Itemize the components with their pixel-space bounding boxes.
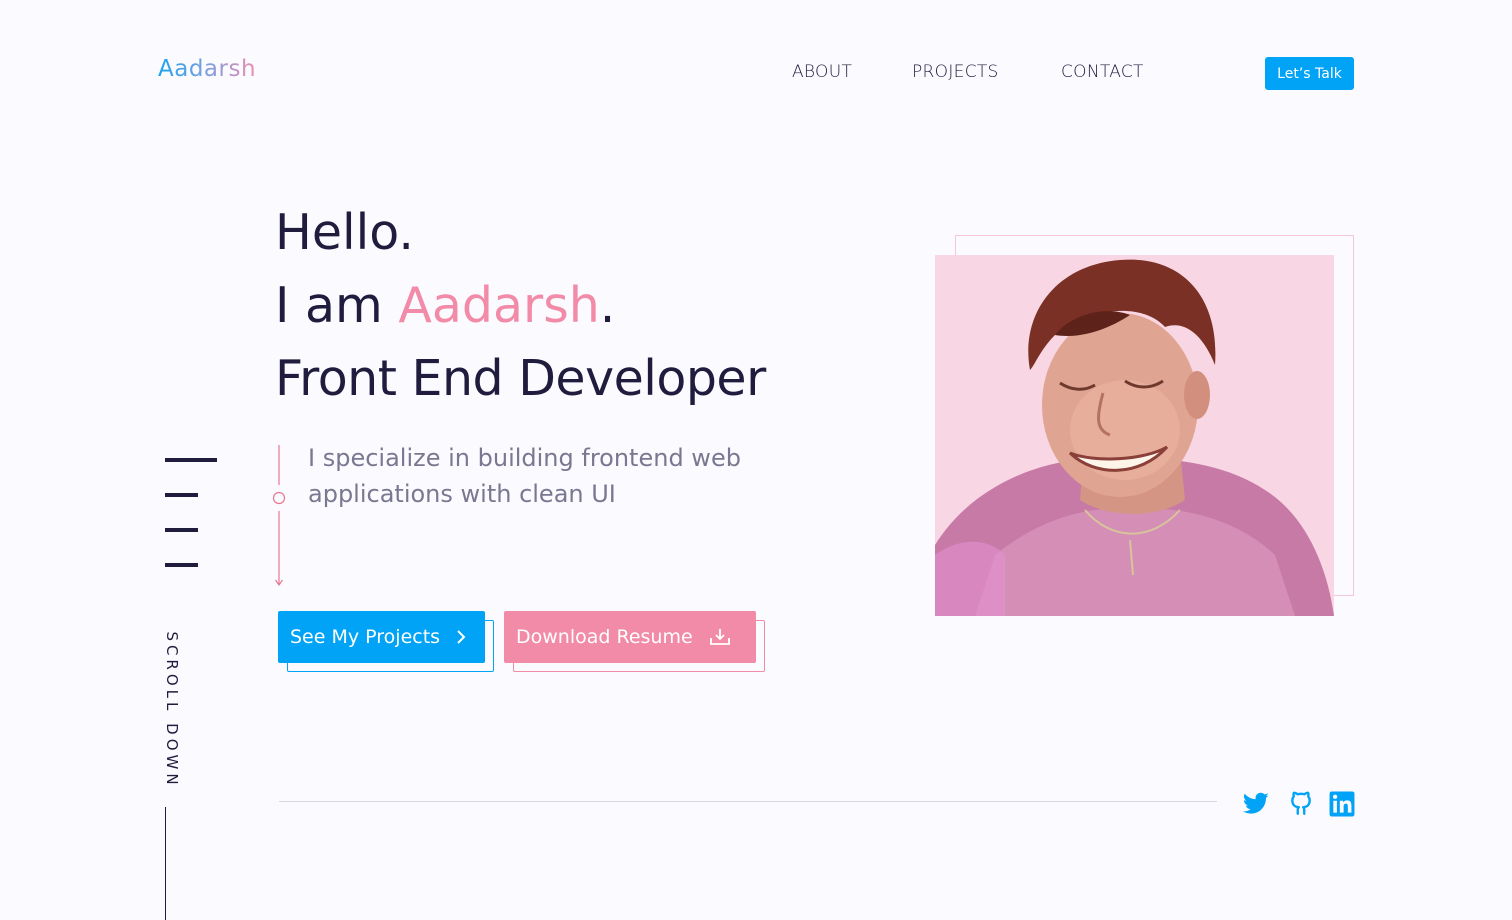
download-resume-button[interactable]: Download Resume xyxy=(504,611,756,663)
scroll-down-label: SCROLL DOWN xyxy=(163,631,181,789)
linkedin-icon[interactable] xyxy=(1329,791,1355,817)
download-resume-label: Download Resume xyxy=(516,626,693,648)
chevron-right-icon xyxy=(457,630,466,644)
nav-projects[interactable]: PROJECTS xyxy=(912,62,999,82)
hero-greeting: Hello. xyxy=(275,204,414,261)
scroll-line xyxy=(165,807,166,920)
github-icon[interactable] xyxy=(1288,790,1314,818)
twitter-icon[interactable] xyxy=(1242,790,1270,818)
download-icon xyxy=(709,629,730,645)
section-divider xyxy=(279,801,1217,802)
intro-suffix: . xyxy=(599,277,616,334)
hero-intro: I am Aadarsh. xyxy=(275,281,615,330)
hero-name: Aadarsh xyxy=(398,277,600,334)
nav-contact[interactable]: CONTACT xyxy=(1061,62,1144,82)
see-projects-group: See My Projects xyxy=(278,611,494,672)
download-resume-group: Download Resume xyxy=(504,611,765,672)
profile-photo xyxy=(935,255,1334,616)
nav-about[interactable]: ABOUT xyxy=(792,62,852,82)
see-my-projects-button[interactable]: See My Projects xyxy=(278,611,485,663)
lets-talk-button[interactable]: Let’s Talk xyxy=(1265,57,1354,90)
timeline-decoration-icon xyxy=(272,445,286,587)
see-projects-label: See My Projects xyxy=(290,626,441,648)
intro-prefix: I am xyxy=(275,277,399,334)
hero-description: I specialize in building frontend web ap… xyxy=(308,444,741,508)
logo[interactable]: Aadarsh xyxy=(158,56,256,82)
hero-role: Front End Developer xyxy=(275,350,766,407)
